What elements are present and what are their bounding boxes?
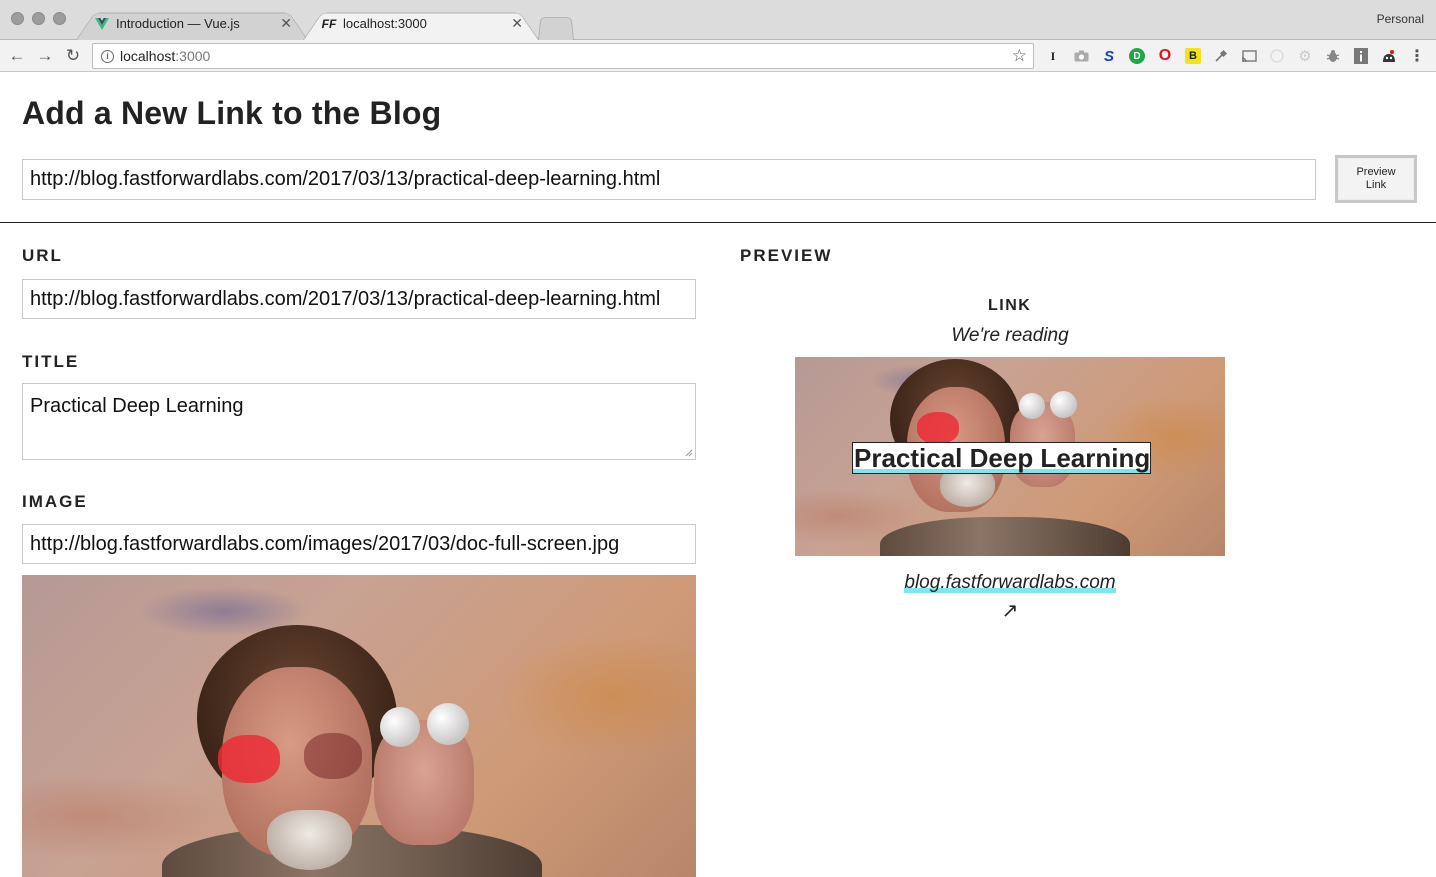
bookmark-star-icon[interactable]: ☆ (1012, 46, 1027, 66)
title-field[interactable]: Practical Deep Learning (22, 383, 696, 460)
s-icon[interactable]: S (1101, 48, 1117, 65)
browser-toolbar: ← → ↻ i localhost:3000 ☆ I S D O B ⚙ ⋮ (0, 40, 1436, 72)
new-tab-button[interactable] (538, 13, 574, 40)
ff-icon: FF (321, 16, 337, 31)
browser-tabstrip: Introduction — Vue.js ✕ FF localhost:300… (0, 0, 1436, 41)
external-link-arrow-icon[interactable]: ↗ (795, 598, 1225, 623)
link-url-input[interactable] (22, 159, 1316, 200)
tab-close-icon[interactable]: ✕ (511, 15, 523, 32)
pin-icon[interactable] (1213, 48, 1229, 64)
close-window-button[interactable] (11, 12, 24, 25)
reload-icon: ↻ (65, 46, 81, 65)
menu-icon[interactable]: ⋮ (1409, 48, 1425, 65)
d-icon[interactable]: D (1129, 48, 1145, 64)
forward-button[interactable]: → (34, 45, 56, 67)
vue-icon (94, 16, 110, 32)
cast-icon[interactable] (1241, 48, 1257, 64)
arrow-right-icon: → (36, 46, 54, 65)
opera-icon[interactable]: O (1157, 47, 1173, 64)
url-field[interactable]: http://blog.fastforwardlabs.com/2017/03/… (22, 279, 696, 319)
tab-close-icon[interactable]: ✕ (280, 15, 292, 32)
preview-domain-text: blog.fastforwardlabs.com (904, 572, 1116, 593)
preview-link-button[interactable]: Preview Link (1335, 155, 1417, 203)
reload-button[interactable]: ↻ (62, 45, 84, 67)
section-divider (0, 222, 1436, 223)
address-host: localhost (120, 48, 176, 64)
tab-vue-introduction[interactable]: Introduction — Vue.js ✕ (76, 7, 308, 41)
preview-reading-text: We're reading (951, 325, 1069, 346)
arrow-left-icon: ← (8, 46, 26, 65)
title-label: TITLE (22, 352, 80, 371)
title-field-value: Practical Deep Learning (30, 395, 244, 417)
info-icon[interactable] (1353, 48, 1369, 64)
window-controls (11, 12, 66, 25)
tab-title: Introduction — Vue.js (116, 16, 240, 31)
back-button[interactable]: ← (6, 45, 28, 67)
resize-handle-icon[interactable] (685, 449, 693, 457)
image-preview (22, 575, 696, 877)
camera-icon[interactable] (1073, 48, 1089, 64)
preview-card-title: Practical Deep Learning (852, 442, 1152, 474)
profile-name[interactable]: Personal (1377, 12, 1424, 26)
url-label: URL (22, 246, 63, 265)
address-port: :3000 (175, 48, 211, 64)
b-icon[interactable]: B (1185, 48, 1201, 64)
tab-localhost[interactable]: FF localhost:3000 ✕ (303, 7, 539, 41)
preview-label: PREVIEW (740, 246, 833, 265)
ghost-icon[interactable] (1381, 48, 1397, 64)
circle-icon[interactable] (1269, 48, 1285, 64)
info-icon[interactable]: i (101, 49, 114, 63)
preview-domain-link[interactable]: blog.fastforwardlabs.com (795, 572, 1225, 594)
bug-icon[interactable] (1325, 48, 1341, 64)
gear-icon[interactable]: ⚙ (1297, 48, 1313, 65)
image-field[interactable]: http://blog.fastforwardlabs.com/images/2… (22, 524, 696, 564)
minimize-window-button[interactable] (32, 12, 45, 25)
tab-title: localhost:3000 (343, 16, 427, 31)
address-bar[interactable]: i localhost:3000 ☆ (92, 43, 1034, 69)
page-title: Add a New Link to the Blog (22, 95, 442, 131)
instapaper-icon[interactable]: I (1045, 48, 1061, 64)
image-label: IMAGE (22, 492, 88, 511)
preview-link-label: LINK (988, 297, 1032, 314)
zoom-window-button[interactable] (53, 12, 66, 25)
